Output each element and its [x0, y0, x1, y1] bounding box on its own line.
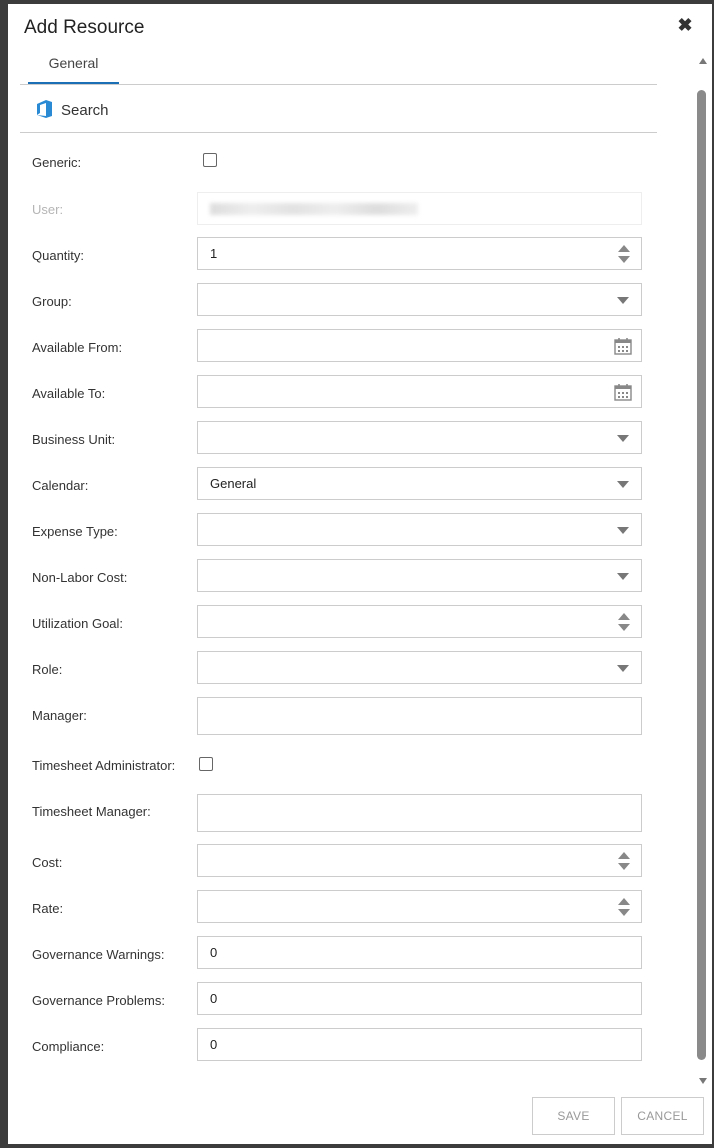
governance-problems-value: 0	[210, 991, 218, 1006]
close-icon[interactable]: ✖	[676, 16, 694, 34]
role-select[interactable]	[197, 651, 642, 684]
manager-field[interactable]	[197, 697, 642, 735]
compliance-label: Compliance:	[32, 1039, 105, 1054]
expense-type-label: Expense Type:	[32, 524, 118, 539]
cancel-button[interactable]: CANCEL	[621, 1097, 704, 1135]
generic-checkbox[interactable]	[203, 153, 217, 167]
user-value-redacted	[210, 203, 418, 215]
chevron-down-icon[interactable]	[617, 665, 629, 672]
search-link[interactable]: Search	[61, 102, 109, 119]
rate-label: Rate:	[32, 901, 64, 916]
non-labor-cost-select[interactable]	[197, 559, 642, 592]
cost-stepper[interactable]	[197, 844, 642, 877]
group-select[interactable]	[197, 283, 642, 316]
available-to-label: Available To:	[32, 386, 106, 401]
generic-label: Generic:	[32, 155, 82, 170]
role-label: Role:	[32, 662, 63, 677]
spinner-icon[interactable]	[618, 898, 630, 916]
calendar-icon[interactable]	[614, 337, 632, 355]
governance-warnings-label: Governance Warnings:	[32, 947, 165, 962]
timesheet-manager-label: Timesheet Manager:	[32, 804, 151, 819]
scroll-down-icon[interactable]	[699, 1078, 707, 1084]
calendar-select[interactable]: General	[197, 467, 642, 500]
chevron-down-icon[interactable]	[617, 297, 629, 304]
chevron-down-icon[interactable]	[617, 435, 629, 442]
add-resource-dialog: Add Resource ✖ General Search Generic: U…	[8, 4, 712, 1144]
scrollbar-thumb[interactable]	[697, 90, 706, 1060]
scrollbar[interactable]	[696, 52, 710, 1088]
compliance-value: 0	[210, 1037, 218, 1052]
governance-problems-field[interactable]: 0	[197, 982, 642, 1015]
chevron-down-icon[interactable]	[617, 573, 629, 580]
calendar-value: General	[210, 476, 257, 491]
user-label: User:	[32, 202, 64, 217]
timesheet-manager-field[interactable]	[197, 794, 642, 832]
business-unit-select[interactable]	[197, 421, 642, 454]
utilization-goal-label: Utilization Goal:	[32, 616, 124, 631]
group-label: Group:	[32, 294, 72, 309]
governance-warnings-field[interactable]: 0	[197, 936, 642, 969]
compliance-field[interactable]: 0	[197, 1028, 642, 1061]
business-unit-label: Business Unit:	[32, 432, 116, 447]
non-labor-cost-label: Non-Labor Cost:	[32, 570, 128, 585]
search-bar: Search	[20, 90, 657, 133]
cost-label: Cost:	[32, 855, 63, 870]
tab-general[interactable]: General	[28, 54, 119, 85]
available-to-date[interactable]	[197, 375, 642, 408]
governance-warnings-value: 0	[210, 945, 218, 960]
tab-bar	[20, 84, 657, 85]
quantity-stepper[interactable]: 1	[197, 237, 642, 270]
office-icon[interactable]	[36, 100, 52, 118]
chevron-down-icon[interactable]	[617, 527, 629, 534]
spinner-icon[interactable]	[618, 852, 630, 870]
governance-problems-label: Governance Problems:	[32, 993, 165, 1008]
dialog-title: Add Resource	[24, 17, 145, 38]
manager-label: Manager:	[32, 708, 87, 723]
rate-stepper[interactable]	[197, 890, 642, 923]
expense-type-select[interactable]	[197, 513, 642, 546]
available-from-date[interactable]	[197, 329, 642, 362]
available-from-label: Available From:	[32, 340, 123, 355]
timesheet-admin-label: Timesheet Administrator:	[32, 758, 176, 773]
spinner-icon[interactable]	[618, 613, 630, 631]
timesheet-admin-checkbox[interactable]	[199, 757, 213, 771]
scroll-up-icon[interactable]	[699, 58, 707, 64]
user-field	[197, 192, 642, 225]
quantity-value: 1	[210, 246, 218, 261]
quantity-label: Quantity:	[32, 248, 85, 263]
save-button[interactable]: SAVE	[532, 1097, 615, 1135]
calendar-icon[interactable]	[614, 383, 632, 401]
chevron-down-icon[interactable]	[617, 481, 629, 488]
utilization-goal-stepper[interactable]	[197, 605, 642, 638]
calendar-label: Calendar:	[32, 478, 89, 493]
spinner-icon[interactable]	[618, 245, 630, 263]
